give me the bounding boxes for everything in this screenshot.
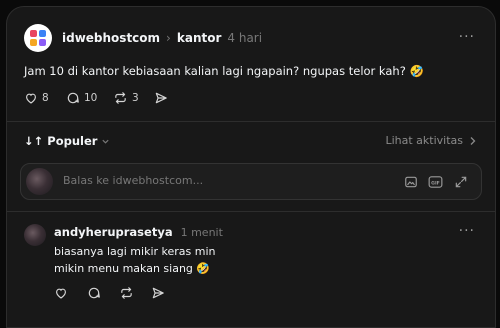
- send-icon: [155, 92, 167, 104]
- chevron-right-icon: [470, 136, 476, 145]
- view-activity-label: Lihat aktivitas: [385, 134, 463, 147]
- divider: [7, 121, 495, 122]
- idwebhost-avatar[interactable]: [24, 24, 52, 52]
- like-count: 8: [42, 92, 49, 104]
- expand-button[interactable]: [454, 174, 468, 193]
- current-user-avatar: [26, 168, 53, 195]
- repost-icon: [115, 92, 126, 104]
- divider: [7, 211, 495, 212]
- reply-like-button[interactable]: [54, 286, 68, 300]
- send-icon: [152, 287, 164, 299]
- more-icon: ···: [458, 223, 475, 239]
- expand-icon: [455, 176, 467, 188]
- comment-count: 10: [84, 92, 98, 104]
- more-icon: ···: [458, 29, 475, 45]
- reply-share-button[interactable]: [151, 286, 165, 300]
- repost-count: 3: [132, 92, 139, 104]
- reply-header: andyheruprasetya 1 menit: [54, 225, 223, 239]
- share-button[interactable]: [154, 91, 168, 105]
- repost-icon: [121, 287, 132, 299]
- like-button[interactable]: 8: [24, 91, 49, 105]
- comment-icon: [88, 287, 100, 299]
- reply-comment-button[interactable]: [87, 286, 101, 300]
- reply-username[interactable]: andyheruprasetya: [54, 225, 173, 239]
- thread-panel: idwebhostcom › kantor 4 hari ··· Jam 10 …: [6, 6, 496, 328]
- comment-icon: [67, 92, 79, 104]
- reply-text-line: mikin menu makan siang 🤣: [54, 262, 211, 275]
- reply-composer[interactable]: Balas ke idwebhostcom... GIF: [20, 163, 482, 200]
- post-username[interactable]: idwebhostcom: [62, 31, 160, 45]
- comment-button[interactable]: 10: [66, 91, 97, 105]
- heart-icon: [56, 288, 66, 299]
- post-time: 4 hari: [227, 31, 263, 45]
- reply-repost-button[interactable]: [119, 286, 134, 300]
- sort-dropdown[interactable]: ↓↑ Populer: [24, 134, 110, 148]
- reply-input[interactable]: Balas ke idwebhostcom...: [63, 174, 203, 187]
- image-icon: [405, 176, 417, 188]
- repost-button[interactable]: 3: [113, 91, 139, 105]
- reply-time: 1 menit: [180, 225, 223, 239]
- chevron-down-icon: [102, 139, 110, 144]
- image-attach-button[interactable]: [404, 174, 418, 193]
- svg-text:GIF: GIF: [431, 180, 440, 186]
- sort-label: Populer: [47, 134, 98, 148]
- idwebhost-logo-icon: [30, 30, 46, 46]
- reply-text-line: biasanya lagi mikir keras min: [54, 245, 216, 258]
- post-header: idwebhostcom › kantor 4 hari: [62, 31, 262, 45]
- view-activity-link[interactable]: Lihat aktivitas: [385, 134, 477, 147]
- post-more-button[interactable]: ···: [459, 29, 475, 45]
- community-name[interactable]: kantor: [177, 31, 222, 45]
- reply-more-button[interactable]: ···: [459, 223, 475, 239]
- post-text: Jam 10 di kantor kebiasaan kalian lagi n…: [24, 64, 424, 78]
- reply-text: biasanya lagi mikir keras min mikin menu…: [54, 243, 216, 277]
- gif-button[interactable]: GIF: [428, 174, 443, 193]
- sort-arrows-icon: ↓↑: [24, 134, 44, 148]
- gif-icon: GIF: [428, 176, 443, 188]
- heart-icon: [26, 93, 36, 104]
- breadcrumb-separator: ›: [166, 31, 171, 45]
- reply-author-avatar[interactable]: [24, 224, 46, 246]
